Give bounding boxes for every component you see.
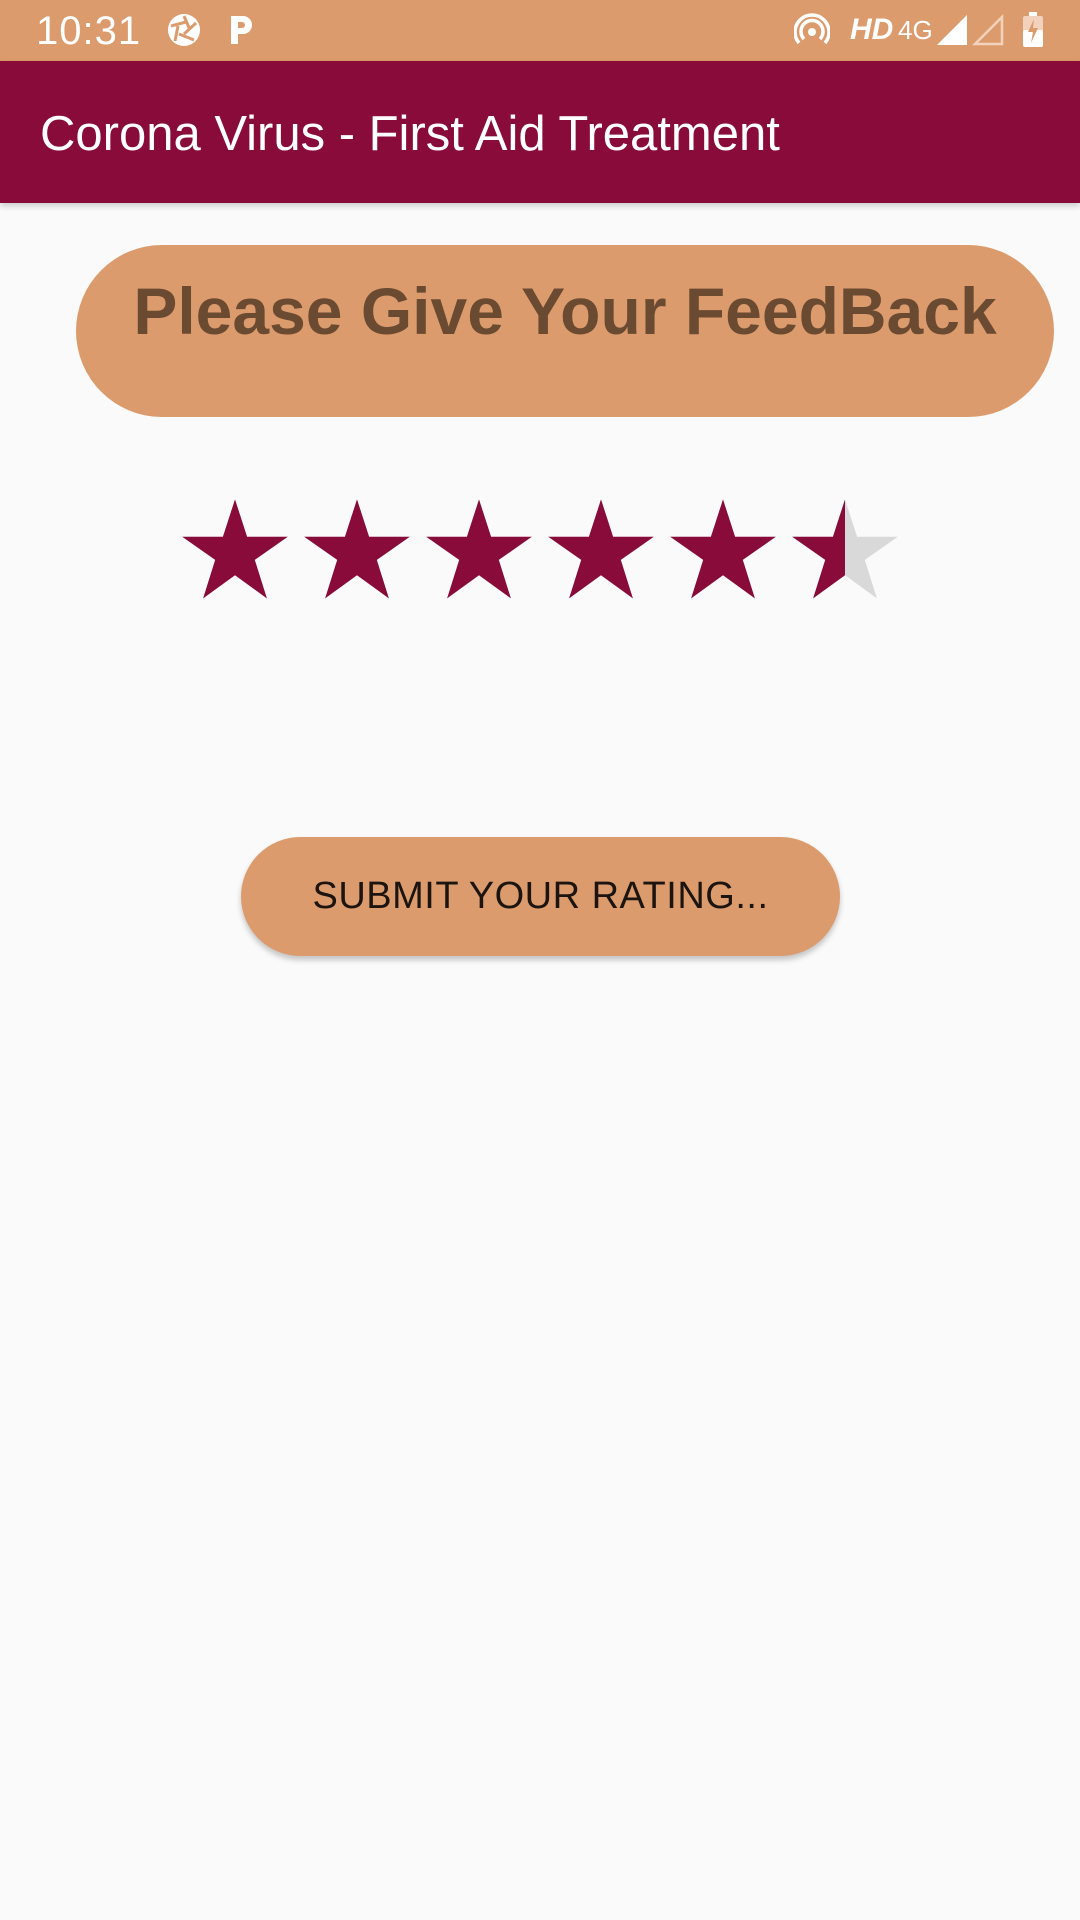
feedback-heading: Please Give Your FeedBack bbox=[133, 274, 997, 348]
signal-empty-icon bbox=[972, 14, 1004, 46]
rating-star-icon[interactable] bbox=[546, 498, 656, 602]
rating-star-icon[interactable] bbox=[180, 498, 290, 602]
rating-bar[interactable] bbox=[180, 498, 900, 602]
rating-star-icon[interactable] bbox=[668, 498, 778, 602]
submit-rating-button[interactable]: SUBMIT YOUR RATING... bbox=[241, 837, 840, 956]
signal-icon bbox=[936, 14, 968, 46]
aperture-icon bbox=[166, 12, 202, 48]
hotspot-icon bbox=[794, 12, 830, 48]
rating-star-icon[interactable] bbox=[424, 498, 534, 602]
submit-rating-label: SUBMIT YOUR RATING... bbox=[312, 875, 769, 917]
feedback-banner: Please Give Your FeedBack bbox=[76, 245, 1054, 417]
hd-label: HD bbox=[850, 13, 894, 46]
status-time: 10:31 bbox=[36, 9, 142, 53]
battery-charging-icon bbox=[1022, 12, 1044, 48]
network-type: 4G bbox=[898, 15, 933, 45]
rating-star-icon[interactable] bbox=[790, 498, 900, 602]
status-bar: 10:31 HD 4G bbox=[0, 0, 1080, 61]
rating-star-icon[interactable] bbox=[302, 498, 412, 602]
app-title: Corona Virus - First Aid Treatment bbox=[40, 107, 780, 161]
parking-icon bbox=[226, 12, 256, 48]
app-bar: Corona Virus - First Aid Treatment bbox=[0, 61, 1080, 203]
